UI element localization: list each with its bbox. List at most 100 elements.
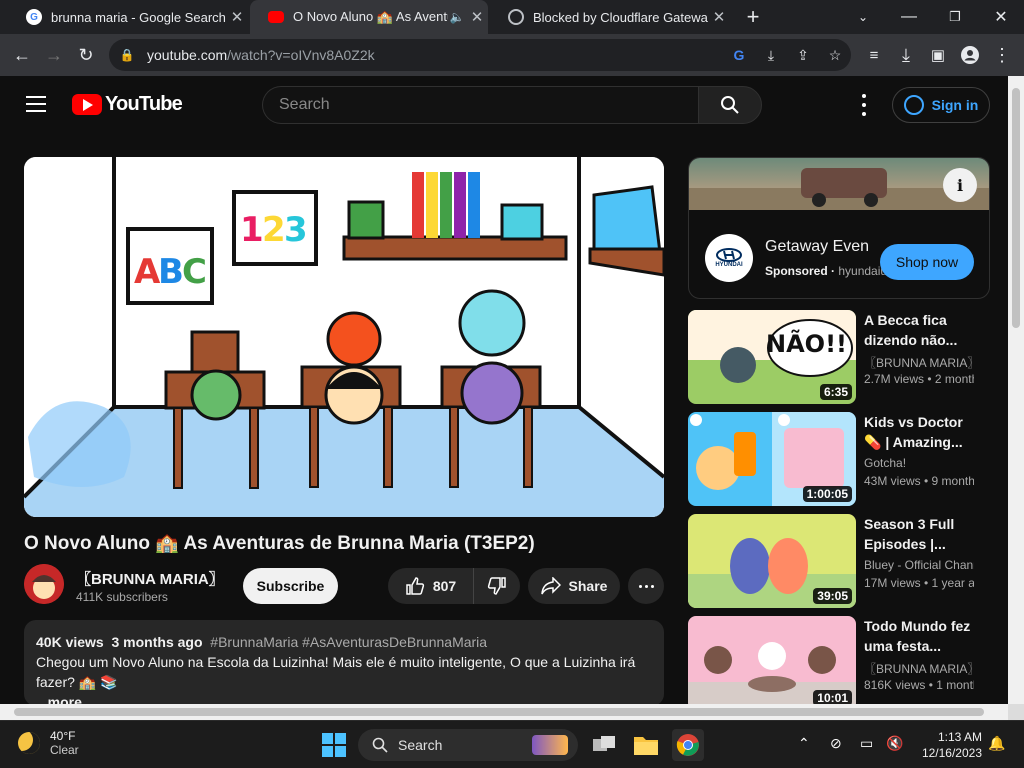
share-button[interactable]: Share <box>528 568 620 604</box>
recommendation-item[interactable]: 39:05 Season 3 Full Episodes |... Bluey … <box>688 514 990 610</box>
recommendation-channel: Bluey - Official Channel ✔ <box>864 558 974 572</box>
view-count: 40K views <box>36 634 104 650</box>
video-thumbnail[interactable]: 39:05 <box>688 514 856 608</box>
new-tab-icon[interactable]: + <box>730 0 776 34</box>
start-windows-icon[interactable] <box>322 733 346 757</box>
recommendation-meta: 2.7M views • 2 months ago <box>864 372 974 386</box>
share-page-icon[interactable]: ⇪ <box>791 43 815 67</box>
url-host: youtube.com <box>147 47 228 63</box>
restore-icon[interactable]: ❐ <box>932 0 978 34</box>
search-highlight-icon <box>532 735 568 755</box>
profile-icon[interactable] <box>956 41 984 69</box>
thumbnail-overlay-text: NÃO!! <box>766 330 847 358</box>
guide-menu-icon[interactable] <box>26 96 46 112</box>
downloads-icon[interactable]: ⤓ <box>892 41 920 69</box>
minimize-icon[interactable]: — <box>886 0 932 34</box>
browser-toolbar: ← → ↻ 🔒 youtube.com/watch?v=oIVnv8A0Z2k … <box>0 34 1024 76</box>
show-hidden-icons-chevron[interactable]: ⌃ <box>798 735 810 752</box>
close-window-icon[interactable]: ✕ <box>978 0 1024 34</box>
ad-info-icon[interactable]: i <box>943 168 977 202</box>
file-explorer-icon[interactable] <box>630 729 662 761</box>
tab-search-chevron-icon[interactable]: ⌄ <box>840 0 886 34</box>
shop-now-button[interactable]: Shop now <box>880 244 974 280</box>
subscribe-button[interactable]: Subscribe <box>243 568 338 604</box>
windows-taskbar: 40°F Clear Search ⌃ ⊘ ▭ 🔇 1:13 AM 12/16/… <box>0 720 1024 768</box>
media-controls-icon[interactable]: ≡ <box>860 41 888 69</box>
task-view-icon[interactable] <box>588 729 620 761</box>
video-thumbnail[interactable]: NÃO!! 6:35 <box>688 310 856 404</box>
clock-date: 12/16/2023 <box>921 746 982 760</box>
reload-icon[interactable]: ↻ <box>72 41 100 69</box>
weather-widget[interactable]: 40°F Clear <box>18 729 79 757</box>
video-frame-illustration: A B C 1 2 3 <box>24 157 664 517</box>
tab-youtube-video[interactable]: O Novo Aluno 🏫 As Aventuras de Brunna Ma… <box>250 0 488 34</box>
svg-text:B: B <box>158 252 184 292</box>
search-button[interactable] <box>698 86 762 124</box>
horizontal-scrollbar[interactable] <box>0 704 1008 720</box>
notification-bell-icon[interactable]: 🔔 <box>988 735 1005 752</box>
youtube-logo[interactable]: YouTube <box>72 93 183 116</box>
side-panel-icon[interactable]: ▣ <box>924 41 952 69</box>
recommendation-meta: 43M views • 9 months ago <box>864 474 974 488</box>
address-bar[interactable]: 🔒 youtube.com/watch?v=oIVnv8A0Z2k G ⤓ ⇪ … <box>109 39 851 71</box>
sign-in-label: Sign in <box>931 97 979 113</box>
sign-in-button[interactable]: Sign in <box>892 87 990 123</box>
recommendation-meta: 17M views • 1 year ago <box>864 576 974 590</box>
recommendation-title: Kids vs Doctor 💊 | Amazing... <box>864 414 963 450</box>
description-meta: 40K views 3 months ago #BrunnaMaria #AsA… <box>36 632 652 652</box>
abc-letters: A <box>134 252 161 292</box>
back-icon[interactable]: ← <box>8 41 36 69</box>
recommendation-channel: 〖BRUNNA MARIA〗 <box>864 356 974 370</box>
close-tab-icon[interactable]: ✕ <box>226 8 248 26</box>
description-box[interactable]: 40K views 3 months ago #BrunnaMaria #AsA… <box>24 620 664 706</box>
recommendation-title: Season 3 Full Episodes |... <box>864 516 955 552</box>
thumbs-up-icon <box>406 577 424 595</box>
weather-condition: Clear <box>50 743 79 757</box>
tab-cloudflare[interactable]: Blocked by Cloudflare Gateway ✕ <box>490 0 730 34</box>
more-actions-button[interactable] <box>628 568 664 604</box>
video-thumbnail[interactable]: 1:00:05 <box>688 412 856 506</box>
chrome-menu-icon[interactable]: ⋮ <box>988 41 1016 69</box>
search-icon <box>372 737 388 753</box>
forward-icon[interactable]: → <box>40 41 68 69</box>
close-tab-icon[interactable]: ✕ <box>466 8 488 26</box>
logo-text: YouTube <box>105 93 183 115</box>
recommendation-item[interactable]: NÃO!! 6:35 A Becca fica dizendo não... 〖… <box>688 310 990 406</box>
dislike-button[interactable] <box>474 568 520 604</box>
install-app-icon[interactable]: ⤓ <box>759 43 783 67</box>
moon-icon <box>18 732 40 754</box>
display-icon[interactable]: ▭ <box>860 735 873 752</box>
youtube-icon <box>268 11 284 23</box>
tab-google-search[interactable]: G brunna maria - Google Search ✕ <box>8 0 248 34</box>
vertical-scroll-thumb[interactable] <box>1012 88 1020 328</box>
search-input[interactable]: Search <box>262 86 698 124</box>
temperature: 40°F <box>50 729 76 743</box>
channel-name[interactable]: 〖BRUNNA MARIA〗 <box>76 568 226 589</box>
hashtags[interactable]: #BrunnaMaria #AsAventurasDeBrunnaMaria <box>210 634 487 650</box>
chrome-taskbar-icon[interactable] <box>672 729 704 761</box>
horizontal-scroll-thumb[interactable] <box>14 708 984 716</box>
tab-title: brunna maria - Google Search <box>51 9 226 25</box>
network-offline-icon[interactable]: ⊘ <box>830 735 842 752</box>
clock-time: 1:13 AM <box>937 730 982 744</box>
like-button[interactable]: 807 <box>388 568 474 604</box>
google-lens-icon[interactable]: G <box>727 43 751 67</box>
system-clock[interactable]: 1:13 AM 12/16/2023 <box>910 729 982 761</box>
settings-kebab-icon[interactable] <box>856 94 872 116</box>
recommendation-item[interactable]: 10:01 Todo Mundo fez uma festa... 〖BRUNN… <box>688 616 990 712</box>
ad-title: Getaway Event <box>765 238 869 255</box>
recommendation-item[interactable]: 1:00:05 Kids vs Doctor 💊 | Amazing... Go… <box>688 412 990 508</box>
url-path: /watch?v=oIVnv8A0Z2k <box>227 47 375 63</box>
vertical-scrollbar[interactable] <box>1008 76 1024 704</box>
svg-text:1: 1 <box>240 210 264 250</box>
video-thumbnail[interactable]: 10:01 <box>688 616 856 710</box>
volume-muted-icon[interactable]: 🔇 <box>886 735 903 752</box>
youtube-masthead: YouTube Search Sign in <box>0 76 1008 134</box>
taskbar-search-box[interactable]: Search <box>358 729 578 761</box>
video-player[interactable]: A B C 1 2 3 <box>24 157 664 517</box>
speaker-icon[interactable]: 🔈 <box>448 10 466 24</box>
sponsored-ad-card[interactable]: i HYUNDAI Getaway Event Sponsored · hyun… <box>688 157 990 299</box>
bookmark-star-icon[interactable]: ☆ <box>823 43 847 67</box>
close-tab-icon[interactable]: ✕ <box>708 8 730 26</box>
channel-avatar[interactable] <box>24 564 64 604</box>
